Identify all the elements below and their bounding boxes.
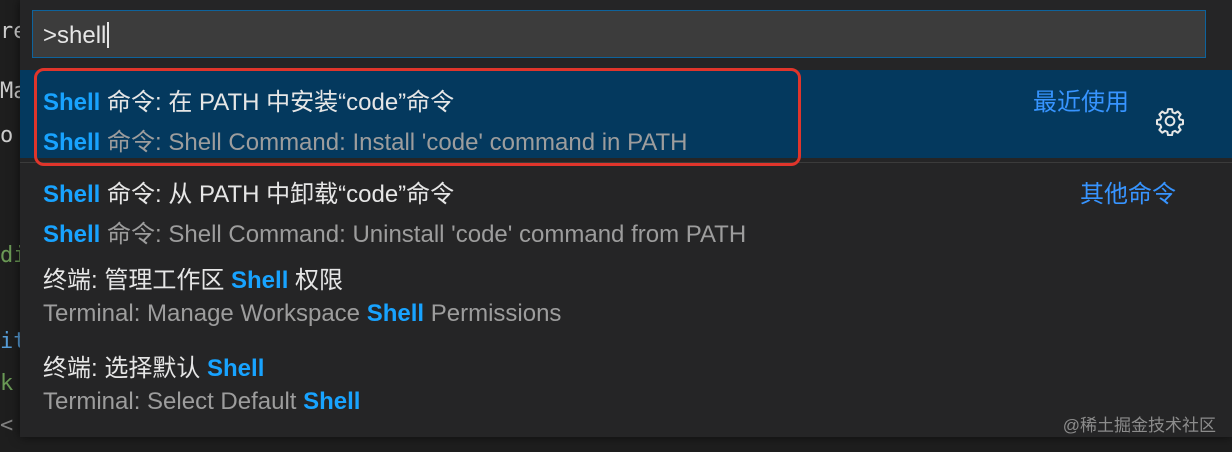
command-item-detail: Terminal: Select Default Shell [43,388,361,415]
command-item-detail: Terminal: Manage Workspace Shell Permiss… [43,300,562,327]
command-input-text[interactable]: >shell [43,22,110,50]
watermark: @稀土掘金技术社区 [1062,416,1216,435]
editor-peek-line: k [0,371,14,396]
gear-icon[interactable] [1155,106,1185,136]
command-item-title: Shell 命令: 在 PATH 中安装“code”命令 [43,89,455,116]
command-palette: >shell Shell 命令: 在 PATH 中安装“code”命令 Shel… [20,0,1232,437]
command-item-detail: Shell 命令: Shell Command: Uninstall 'code… [43,221,747,248]
command-item-install-code[interactable]: Shell 命令: 在 PATH 中安装“code”命令 Shell 命令: S… [20,70,1232,158]
command-item-uninstall-code[interactable]: Shell 命令: 从 PATH 中卸载“code”命令 Shell 命令: S… [20,162,1232,250]
command-item-select-default-shell[interactable]: 终端: 选择默认 Shell Terminal: Select Default … [20,336,1232,424]
text-caret [107,22,110,48]
editor-peek-line: < [0,413,14,438]
command-item-title: 终端: 管理工作区 Shell 权限 [43,267,344,294]
command-item-detail: Shell 命令: Shell Command: Install 'code' … [43,129,688,156]
command-item-title: Shell 命令: 从 PATH 中卸载“code”命令 [43,181,455,208]
command-item-title: 终端: 选择默认 Shell [43,355,265,382]
editor-peek-line: o [0,123,14,148]
recently-used-label: 最近使用 [1033,89,1129,116]
command-item-manage-shell-permissions[interactable]: 终端: 管理工作区 Shell 权限 Terminal: Manage Work… [20,248,1232,336]
command-input[interactable]: >shell [32,10,1206,58]
other-commands-label: 其他命令 [1080,181,1176,208]
